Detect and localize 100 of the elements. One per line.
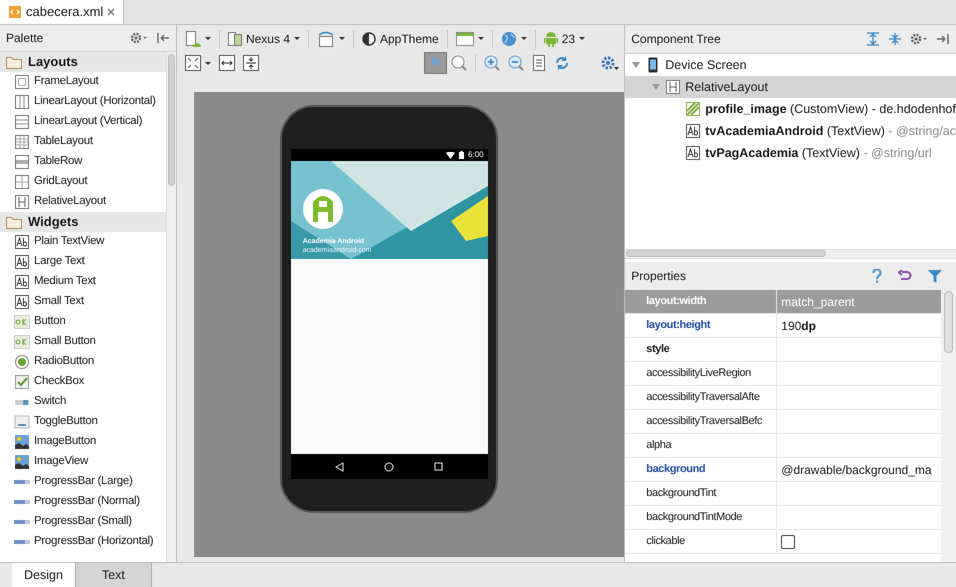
gear-icon[interactable] — [600, 55, 620, 71]
palette-item[interactable]: LinearLayout (Horizontal) — [0, 92, 166, 112]
theme-button[interactable]: AppTheme — [358, 28, 443, 50]
palette-item[interactable]: Button — [0, 312, 166, 332]
tree-item[interactable]: profile_image (CustomView) - de.hdodenhof — [625, 98, 956, 120]
palette-item[interactable]: Switch — [0, 392, 166, 412]
progress-bar-icon — [14, 480, 30, 484]
tree-item[interactable]: RelativeLayout — [625, 76, 956, 98]
status-time: 6:00 — [468, 149, 484, 161]
palette-item[interactable]: TableLayout — [0, 132, 166, 152]
caret-icon — [339, 37, 345, 40]
undo-icon[interactable] — [898, 270, 912, 282]
recents-icon[interactable] — [434, 462, 444, 471]
text-ab-icon — [685, 123, 702, 139]
ok-button-icon — [14, 314, 30, 330]
device-dropdown[interactable]: Nexus 4 — [224, 28, 304, 50]
tab-title: cabecera.xml — [26, 2, 104, 21]
expand-horizontal-icon[interactable] — [218, 55, 235, 71]
property-row[interactable]: alpha — [625, 434, 941, 458]
text-ab-icon — [14, 294, 30, 310]
document-icon[interactable] — [532, 55, 546, 71]
palette-item[interactable]: LinearLayout (Vertical) — [0, 112, 166, 132]
scrollbar-thumb[interactable] — [626, 250, 826, 257]
scrollbar-thumb[interactable] — [168, 54, 175, 186]
category-header[interactable]: Widgets — [0, 212, 166, 232]
globe-icon — [500, 30, 517, 46]
palette-item[interactable]: CheckBox — [0, 372, 166, 392]
api-level-dropdown[interactable]: 23 — [540, 28, 590, 50]
zoom-to-fit-toggle[interactable] — [424, 52, 448, 74]
palette-item[interactable]: Plain TextView — [0, 232, 166, 252]
palette-item[interactable]: TableRow — [0, 152, 166, 172]
filter-icon[interactable] — [928, 270, 942, 282]
property-row[interactable]: backgroundTintMode — [625, 506, 941, 530]
property-name: background — [646, 462, 706, 478]
palette-item[interactable]: RelativeLayout — [0, 192, 166, 212]
image-icon — [14, 454, 30, 470]
palette-item[interactable]: FrameLayout — [0, 72, 166, 92]
expanded-arrow-icon[interactable] — [631, 61, 642, 69]
expand-all-icon[interactable] — [866, 32, 880, 46]
property-row[interactable]: accessibilityTraversalBefc — [625, 410, 941, 434]
caret-icon — [204, 62, 211, 64]
battery-icon — [459, 151, 464, 159]
palette-item[interactable]: Small Button — [0, 332, 166, 352]
checkbox[interactable] — [781, 534, 796, 548]
palette-item[interactable]: RadioButton — [0, 352, 166, 372]
tree-item[interactable]: tvPagAcademia (TextView) - @string/url — [625, 142, 956, 164]
palette-item[interactable]: Small Text — [0, 292, 166, 312]
text-ab-icon — [685, 145, 702, 161]
folder-icon — [6, 216, 22, 228]
frame-layout-icon — [14, 74, 30, 90]
palette-item[interactable]: GridLayout — [0, 172, 166, 192]
property-row[interactable]: clickable — [625, 530, 941, 554]
back-icon[interactable] — [334, 462, 344, 472]
gear-icon[interactable] — [910, 33, 928, 45]
palette-item[interactable]: Medium Text — [0, 272, 166, 292]
property-row[interactable]: accessibilityLiveRegion — [625, 362, 941, 386]
hide-panel-icon[interactable] — [156, 32, 170, 44]
fit-screen-icon — [184, 55, 201, 71]
property-name: accessibilityTraversalBefc — [646, 414, 762, 430]
palette-item[interactable]: ProgressBar (Horizontal) — [0, 532, 166, 552]
palette-item[interactable]: Large Text — [0, 252, 166, 272]
property-row[interactable]: background @drawable/background_ma — [625, 458, 941, 482]
caret-icon — [478, 37, 484, 40]
editor-tab[interactable]: cabecera.xml — [0, 0, 124, 24]
rotate-icon — [317, 30, 335, 46]
tree-item[interactable]: Device Screen — [625, 54, 956, 76]
home-icon[interactable] — [384, 462, 394, 472]
property-row[interactable]: style — [625, 338, 941, 362]
panel-title: Properties — [631, 268, 686, 285]
property-name: accessibilityTraversalAfte — [646, 390, 760, 406]
tab[interactable]: Text — [76, 563, 152, 587]
zoom-out-icon[interactable] — [508, 55, 524, 71]
tab[interactable]: Design — [12, 563, 76, 587]
close-icon[interactable] — [107, 8, 116, 16]
hide-panel-icon[interactable] — [936, 33, 950, 45]
palette-item[interactable]: ToggleButton — [0, 412, 166, 432]
palette-item[interactable]: ImageView — [0, 452, 166, 472]
scrollbar-thumb[interactable] — [944, 291, 953, 353]
android-icon — [544, 30, 558, 46]
palette-item[interactable]: ImageButton — [0, 432, 166, 452]
palette-item[interactable]: ProgressBar (Large) — [0, 472, 166, 492]
palette-item[interactable]: ProgressBar (Small) — [0, 512, 166, 532]
tree-item[interactable]: tvAcademiaAndroid (TextView) - @string/ac — [625, 120, 956, 142]
category-header[interactable]: Layouts — [0, 52, 166, 72]
refresh-icon[interactable] — [554, 55, 570, 71]
help-icon[interactable] — [872, 269, 882, 283]
wifi-icon — [446, 152, 456, 158]
relative-layout-icon — [665, 79, 682, 95]
property-row[interactable]: accessibilityTraversalAfte — [625, 386, 941, 410]
palette-item[interactable]: ProgressBar (Normal) — [0, 492, 166, 512]
rows-icon — [14, 114, 30, 130]
gear-icon[interactable] — [130, 32, 148, 44]
property-name: style — [646, 342, 670, 358]
actual-size-icon[interactable] — [451, 55, 468, 71]
phone-android-icon — [184, 30, 201, 46]
zoom-in-icon[interactable] — [484, 55, 500, 71]
table-row-icon — [14, 154, 30, 170]
property-row[interactable]: backgroundTint — [625, 482, 941, 506]
property-row[interactable]: layout:height 190dp — [625, 314, 941, 338]
expand-vertical-icon[interactable] — [242, 55, 259, 71]
